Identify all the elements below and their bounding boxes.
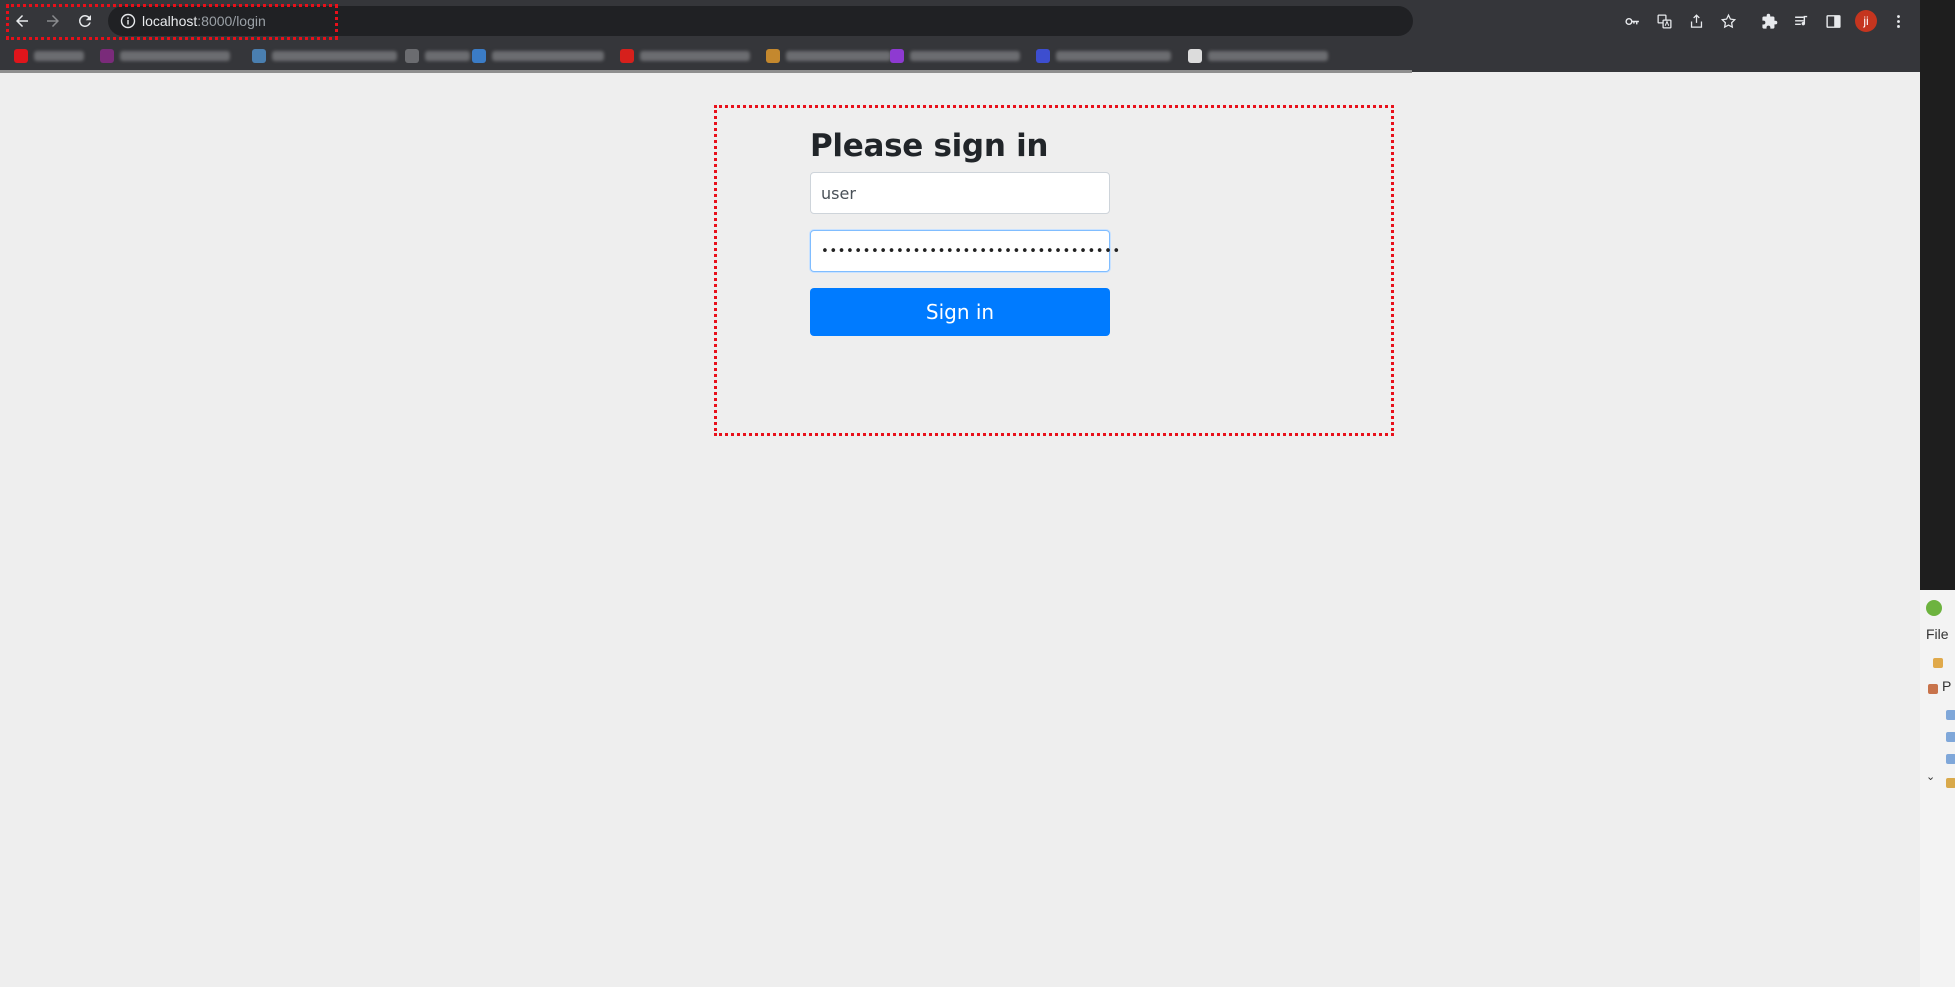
sign-in-button[interactable]: Sign in [810,288,1110,336]
ide-menu-file[interactable]: File [1926,626,1949,642]
bookmark-favicon [405,49,419,63]
folder-icon[interactable] [1946,710,1955,720]
key-icon[interactable] [1622,11,1642,31]
bookmark-item[interactable] [405,48,470,64]
bookmark-item[interactable] [1036,48,1171,64]
username-value: user [821,183,856,203]
bookmark-favicon [766,49,780,63]
folder-icon[interactable] [1946,754,1955,764]
star-icon[interactable] [1718,11,1738,31]
bookmark-item[interactable] [890,48,1020,64]
kebab-menu-icon[interactable] [1888,11,1908,31]
bookmark-favicon [1188,49,1202,63]
ide-toolbar-icon[interactable] [1933,658,1943,668]
bookmark-item[interactable] [620,48,750,64]
extensions-icon[interactable] [1759,11,1779,31]
password-value: •••••••••••••••••••••••••••••••••••• [821,243,1121,259]
project-icon[interactable] [1946,778,1955,788]
bookmark-favicon [890,49,904,63]
spring-logo-icon [1926,600,1942,616]
password-field[interactable]: •••••••••••••••••••••••••••••••••••• [810,230,1120,272]
package-explorer-icon [1928,684,1938,694]
bookmark-item[interactable] [766,48,891,64]
bookmark-item[interactable] [472,48,604,64]
bookmark-favicon [472,49,486,63]
folder-icon[interactable] [1946,732,1955,742]
bookmark-item[interactable] [252,48,397,64]
bookmark-item[interactable] [14,48,84,64]
bookmark-item[interactable] [1188,48,1328,64]
bookmark-item[interactable] [100,48,230,64]
share-icon[interactable] [1686,11,1706,31]
bookmark-favicon [620,49,634,63]
translate-icon[interactable] [1654,11,1674,31]
chevron-down-icon[interactable]: ⌄ [1926,770,1935,783]
page-title: Please sign in [810,128,1049,164]
bookmark-favicon [252,49,266,63]
bookmark-favicon [1036,49,1050,63]
ide-background [1920,0,1955,590]
bookmark-favicon [100,49,114,63]
side-panel-icon[interactable] [1823,11,1843,31]
url-highlight-box [6,4,338,40]
ide-window-edge: File P ⌄ [1920,0,1955,987]
username-field[interactable]: user [810,172,1110,214]
ide-panel: File P ⌄ [1920,590,1955,987]
media-queue-icon[interactable] [1791,11,1811,31]
bookmarks-bar [0,42,1412,70]
ide-tree-label: P [1942,678,1952,694]
bookmark-favicon [14,49,28,63]
profile-avatar[interactable]: ji [1855,10,1877,32]
